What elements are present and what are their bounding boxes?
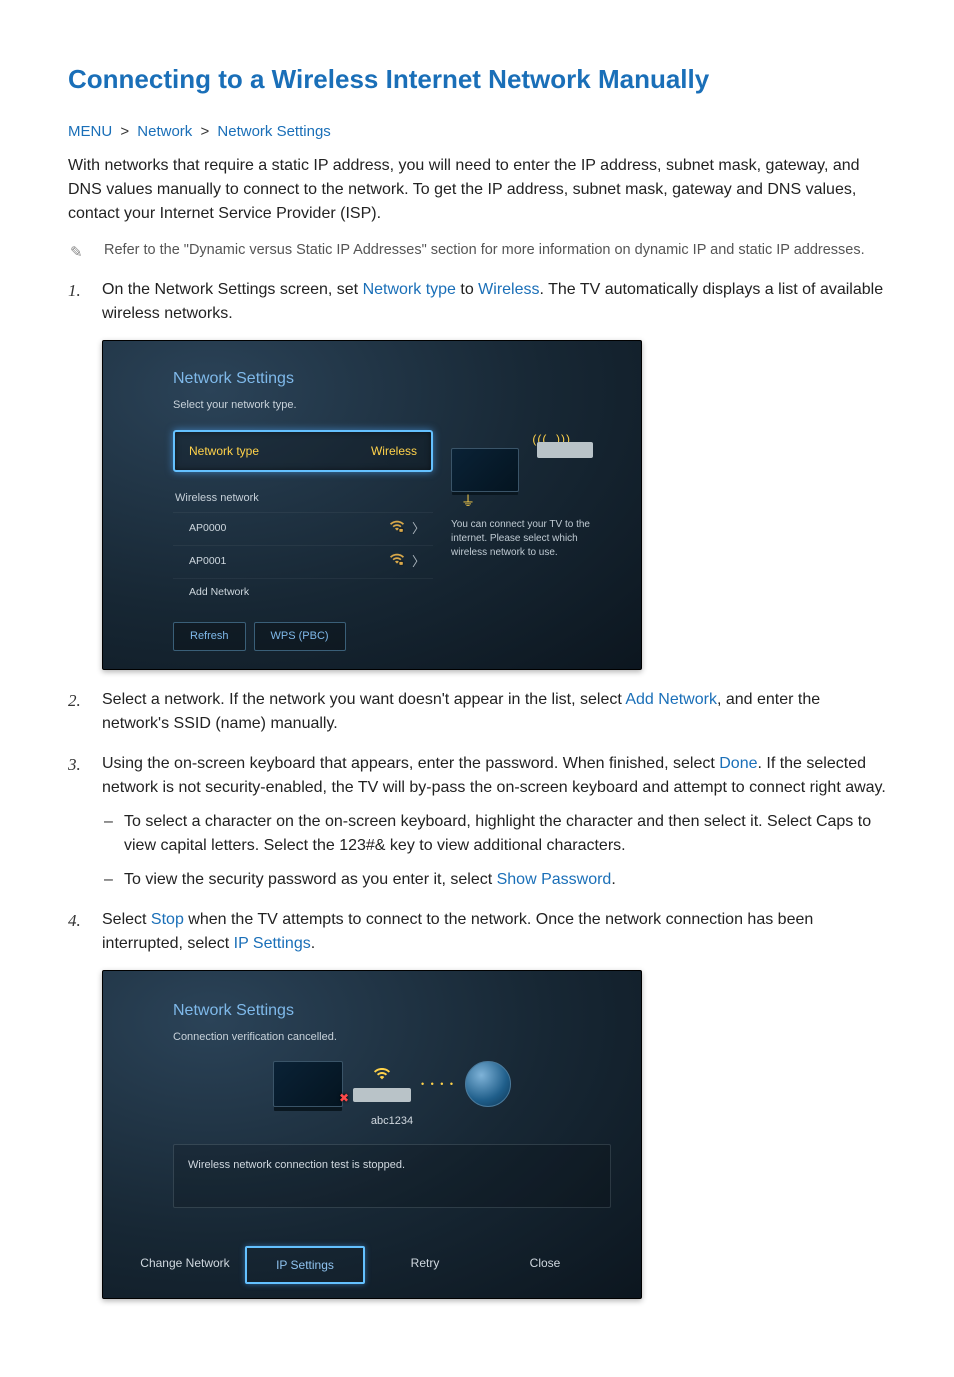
step-text: Select a network. If the network you wan…	[102, 691, 625, 708]
panel-title: Network Settings	[173, 999, 611, 1023]
panel-subtitle: Connection verification cancelled.	[173, 1029, 611, 1046]
error-x-icon: ✖	[339, 1089, 349, 1107]
step-3-sub-2: To view the security password as you ent…	[102, 868, 886, 892]
step-text: when the TV attempts to connect to the n…	[102, 911, 813, 952]
network-type-value: Wireless	[371, 442, 417, 460]
network-type-label: Network type	[189, 442, 259, 460]
wireless-ssid: AP0000	[189, 521, 226, 537]
step-1: On the Network Settings screen, set Netw…	[68, 278, 886, 670]
step-text: Using the on-screen keyboard that appear…	[102, 755, 719, 772]
intro-paragraph: With networks that require a static IP a…	[68, 154, 886, 226]
breadcrumb: MENU > Network > Network Settings	[68, 121, 886, 144]
connection-cancelled-panel: Network Settings Connection verification…	[102, 970, 642, 1300]
tv-icon	[451, 448, 519, 492]
stop-keyword: Stop	[151, 911, 184, 928]
step-text: .	[311, 935, 315, 952]
connection-diagram: ✖ • • • •	[173, 1061, 611, 1107]
refresh-button[interactable]: Refresh	[173, 622, 246, 651]
status-message: Wireless network connection test is stop…	[173, 1144, 611, 1209]
wireless-network-header: Wireless network	[175, 490, 431, 507]
note-text: Refer to the "Dynamic versus Static IP A…	[104, 240, 865, 265]
wifi-lock-icon	[390, 519, 404, 539]
wifi-icon	[353, 1065, 411, 1086]
step-text: To view the security password as you ent…	[124, 871, 497, 888]
page-title: Connecting to a Wireless Internet Networ…	[68, 60, 886, 99]
add-network-item[interactable]: Add Network	[173, 578, 433, 607]
wps-pbc-button[interactable]: WPS (PBC)	[254, 622, 346, 651]
ip-settings-keyword: IP Settings	[234, 935, 311, 952]
step-text: .	[611, 871, 615, 888]
wireless-keyword: Wireless	[478, 281, 539, 298]
panel-info-text: You can connect your TV to the internet.…	[451, 518, 611, 560]
wireless-item-ap0001[interactable]: AP0001 〉	[173, 545, 433, 578]
router-icon	[537, 442, 593, 458]
panel-title: Network Settings	[173, 367, 611, 391]
step-3-sub-1: To select a character on the on-screen k…	[102, 810, 886, 858]
add-network-keyword: Add Network	[625, 691, 717, 708]
network-settings-panel: Network Settings Select your network typ…	[102, 340, 642, 670]
chevron-right-icon: 〉	[412, 552, 425, 572]
wireless-item-ap0000[interactable]: AP0000 〉	[173, 512, 433, 545]
show-password-keyword: Show Password	[497, 871, 612, 888]
done-keyword: Done	[719, 755, 757, 772]
network-type-selector[interactable]: Network type Wireless	[173, 430, 433, 472]
chevron-right-icon: >	[120, 123, 129, 140]
step-text: Select	[102, 911, 151, 928]
chevron-right-icon: >	[200, 123, 209, 140]
stand-icon: ⏚	[461, 491, 475, 512]
step-text: On the Network Settings screen, set	[102, 281, 363, 298]
tv-icon	[273, 1061, 343, 1107]
ip-settings-button[interactable]: IP Settings	[245, 1246, 365, 1284]
wifi-lock-icon	[390, 552, 404, 572]
connection-dots-icon: • • • •	[421, 1078, 455, 1092]
wireless-ssid: AP0001	[189, 554, 226, 570]
router-icon: ✖	[353, 1088, 411, 1102]
chevron-right-icon: 〉	[412, 519, 425, 539]
globe-icon	[465, 1061, 511, 1107]
step-text: to	[456, 281, 478, 298]
breadcrumb-network-settings: Network Settings	[217, 123, 330, 140]
close-button[interactable]: Close	[485, 1246, 605, 1284]
add-network-label: Add Network	[189, 585, 249, 601]
step-4: Select Stop when the TV attempts to conn…	[68, 908, 886, 1300]
retry-button[interactable]: Retry	[365, 1246, 485, 1284]
connection-illustration: ((( ))) ⏚	[451, 430, 611, 508]
note-icon: ✎	[70, 240, 90, 265]
change-network-button[interactable]: Change Network	[125, 1246, 245, 1284]
panel-subtitle: Select your network type.	[173, 397, 611, 414]
ap-name-label: abc1234	[173, 1113, 611, 1130]
network-type-keyword: Network type	[363, 281, 456, 298]
step-2: Select a network. If the network you wan…	[68, 688, 886, 736]
breadcrumb-network: Network	[137, 123, 192, 140]
breadcrumb-menu: MENU	[68, 123, 112, 140]
step-3: Using the on-screen keyboard that appear…	[68, 752, 886, 892]
